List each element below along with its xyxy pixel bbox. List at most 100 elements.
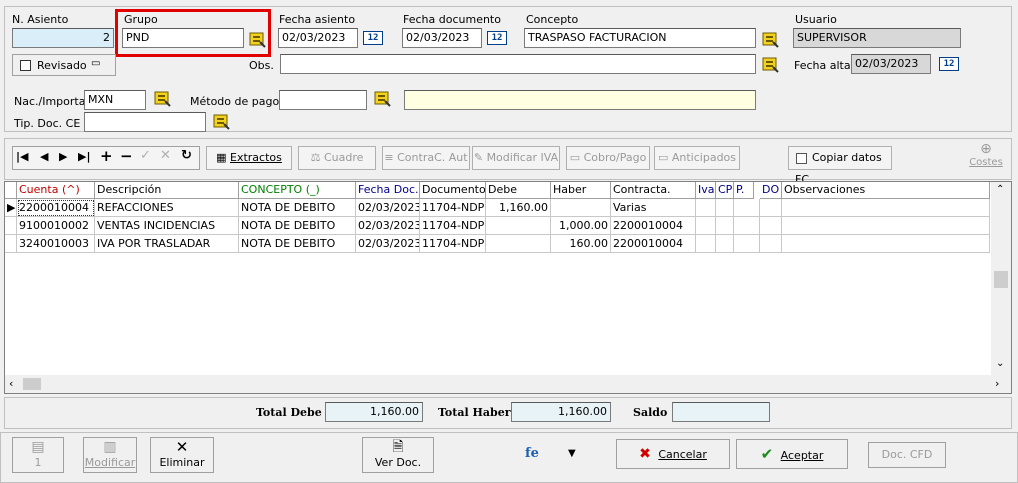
col-header-debe[interactable]: Debe	[486, 182, 551, 199]
table-row-cell[interactable]: 3240010003	[17, 235, 95, 253]
nuevo-button[interactable]: ▤ 1	[12, 437, 64, 473]
modificar-iva-button[interactable]: ✎ Modificar IVA	[472, 146, 560, 170]
table-row-cell[interactable]	[696, 217, 716, 235]
scroll-right-icon[interactable]: ›	[995, 377, 999, 390]
table-row-cell[interactable]: 02/03/2023	[356, 199, 420, 217]
col-header-documento[interactable]: Documento	[420, 182, 486, 199]
col-header-haber[interactable]: Haber	[551, 182, 611, 199]
col-header-iva[interactable]: Iva	[696, 182, 716, 199]
col-header-observaciones[interactable]: Observaciones	[782, 182, 990, 199]
table-row-cell[interactable]: 160.00	[551, 235, 611, 253]
col-header-p[interactable]: P.	[734, 182, 754, 199]
table-row-cell[interactable]: 02/03/2023	[356, 235, 420, 253]
table-row-cell[interactable]	[760, 235, 782, 253]
col-header-cp[interactable]: CP	[716, 182, 734, 199]
anticipados-button[interactable]: ▭ Anticipados	[654, 146, 740, 170]
table-row-cell[interactable]: NOTA DE DEBITO	[239, 217, 356, 235]
fecha-alta-calendar-icon[interactable]: 12	[939, 57, 959, 71]
concepto-lookup-icon[interactable]	[761, 30, 779, 48]
concepto-field[interactable]: TRASPASO FACTURACION	[524, 28, 756, 48]
nav-insert-icon[interactable]: +	[100, 147, 113, 165]
table-row-cell[interactable]	[716, 235, 734, 253]
table-row-cell[interactable]: NOTA DE DEBITO	[239, 199, 356, 217]
revisado-checkbox[interactable]	[20, 60, 31, 71]
fecha-asiento-field[interactable]: 02/03/2023	[278, 28, 358, 48]
eliminar-button[interactable]: ✕ Eliminar	[150, 437, 214, 473]
nav-next-icon[interactable]: ▶	[59, 150, 67, 163]
table-row-cell[interactable]	[734, 217, 760, 235]
table-row-cell[interactable]	[734, 235, 760, 253]
cobro-pago-button[interactable]: ▭ Cobro/Pago	[566, 146, 650, 170]
table-row-cell[interactable]	[486, 235, 551, 253]
table-row-cell[interactable]: 2200010004	[17, 199, 95, 217]
table-row-cell[interactable]	[696, 199, 716, 217]
grid-horizontal-scrollbar[interactable]: ‹ ›	[5, 375, 1011, 393]
table-row-cell[interactable]	[734, 199, 760, 217]
nav-cancel-icon[interactable]: ✕	[160, 148, 171, 163]
contrac-button[interactable]: ≡ ContraC. Aut	[382, 146, 470, 170]
table-row-cell[interactable]: REFACCIONES	[95, 199, 239, 217]
table-row-cell[interactable]	[782, 199, 990, 217]
fe-dropdown-icon[interactable]: ▼	[568, 448, 576, 459]
col-header-descripcion[interactable]: Descripción	[95, 182, 239, 199]
table-row-cell[interactable]	[716, 217, 734, 235]
table-row-cell[interactable]: VENTAS INCIDENCIAS	[95, 217, 239, 235]
table-row-cell[interactable]: 02/03/2023	[356, 217, 420, 235]
table-row-cell[interactable]: Varias	[611, 199, 696, 217]
table-row-cell[interactable]: 11704-NDPM	[420, 217, 486, 235]
scroll-down-icon[interactable]: ⌄	[996, 358, 1004, 369]
table-row-cell[interactable]	[696, 235, 716, 253]
modificar-button[interactable]: ▥ Modificar	[83, 437, 137, 473]
metodo-pago-field[interactable]	[279, 90, 367, 110]
metodo-pago-lookup-icon[interactable]	[373, 89, 391, 107]
scroll-thumb[interactable]	[994, 271, 1008, 288]
tip-doc-field[interactable]	[84, 112, 206, 132]
table-row-cell[interactable]: IVA POR TRASLADAR	[95, 235, 239, 253]
table-row-cell[interactable]: 11704-NDPM	[420, 235, 486, 253]
entries-grid[interactable]: Cuenta (^) Descripción CONCEPTO (_) Fech…	[4, 181, 1012, 394]
fecha-documento-field[interactable]: 02/03/2023	[402, 28, 482, 48]
col-header-cuenta[interactable]: Cuenta (^)	[17, 182, 95, 199]
table-row-cell[interactable]	[782, 235, 990, 253]
table-row-cell[interactable]	[760, 199, 782, 217]
costes-button[interactable]: ⊕ Costes	[966, 141, 1006, 177]
table-row-cell[interactable]: 1,160.00	[486, 199, 551, 217]
grid-vertical-scrollbar[interactable]: ⌃ ⌄	[991, 182, 1011, 375]
nac-field[interactable]: MXN	[84, 90, 146, 110]
hscroll-thumb[interactable]	[23, 378, 41, 390]
copiar-datos-button[interactable]: Copiar datos FC	[788, 146, 892, 186]
fecha-asiento-calendar-icon[interactable]: 12	[363, 31, 383, 45]
table-row-cell[interactable]: 1,000.00	[551, 217, 611, 235]
table-row-cell[interactable]: 11704-NDPM	[420, 199, 486, 217]
col-header-do[interactable]: DO	[760, 182, 782, 199]
table-row-cell[interactable]	[551, 199, 611, 217]
grupo-lookup-icon[interactable]	[248, 30, 266, 48]
nav-refresh-icon[interactable]: ↻	[181, 148, 192, 163]
col-header-concepto[interactable]: CONCEPTO (_)	[239, 182, 356, 199]
doc-cfd-button[interactable]: Doc. CFD	[868, 442, 946, 468]
col-header-fecha-doc[interactable]: Fecha Doc.	[356, 182, 420, 199]
table-row-cell[interactable]	[782, 217, 990, 235]
fe-icon[interactable]: fe	[525, 446, 539, 461]
extractos-button[interactable]: ▦ Extractos	[206, 146, 292, 170]
revisado-button[interactable]: Revisado ▭	[12, 54, 116, 76]
table-row-cell[interactable]: 2200010004	[611, 217, 696, 235]
nav-delete-icon[interactable]: −	[120, 147, 133, 165]
nac-lookup-icon[interactable]	[153, 89, 171, 107]
table-row-cell[interactable]	[486, 217, 551, 235]
ver-doc-button[interactable]: 🗎 Ver Doc.	[362, 437, 434, 473]
asiento-field[interactable]: 2	[12, 28, 114, 48]
table-row-cell[interactable]	[716, 199, 734, 217]
table-row-cell[interactable]: NOTA DE DEBITO	[239, 235, 356, 253]
nav-post-icon[interactable]: ✓	[140, 148, 151, 163]
fecha-documento-calendar-icon[interactable]: 12	[487, 31, 507, 45]
scroll-left-icon[interactable]: ‹	[9, 377, 13, 390]
obs-field[interactable]	[280, 54, 756, 74]
grupo-field[interactable]: PND	[122, 28, 244, 48]
copiar-datos-checkbox[interactable]	[796, 153, 807, 164]
tip-doc-lookup-icon[interactable]	[212, 112, 230, 130]
table-row-cell[interactable]	[760, 217, 782, 235]
aceptar-button[interactable]: ✔ Aceptar	[736, 439, 848, 469]
cuadre-button[interactable]: ⚖ Cuadre	[298, 146, 376, 170]
col-header-contracta[interactable]: Contracta.	[611, 182, 696, 199]
